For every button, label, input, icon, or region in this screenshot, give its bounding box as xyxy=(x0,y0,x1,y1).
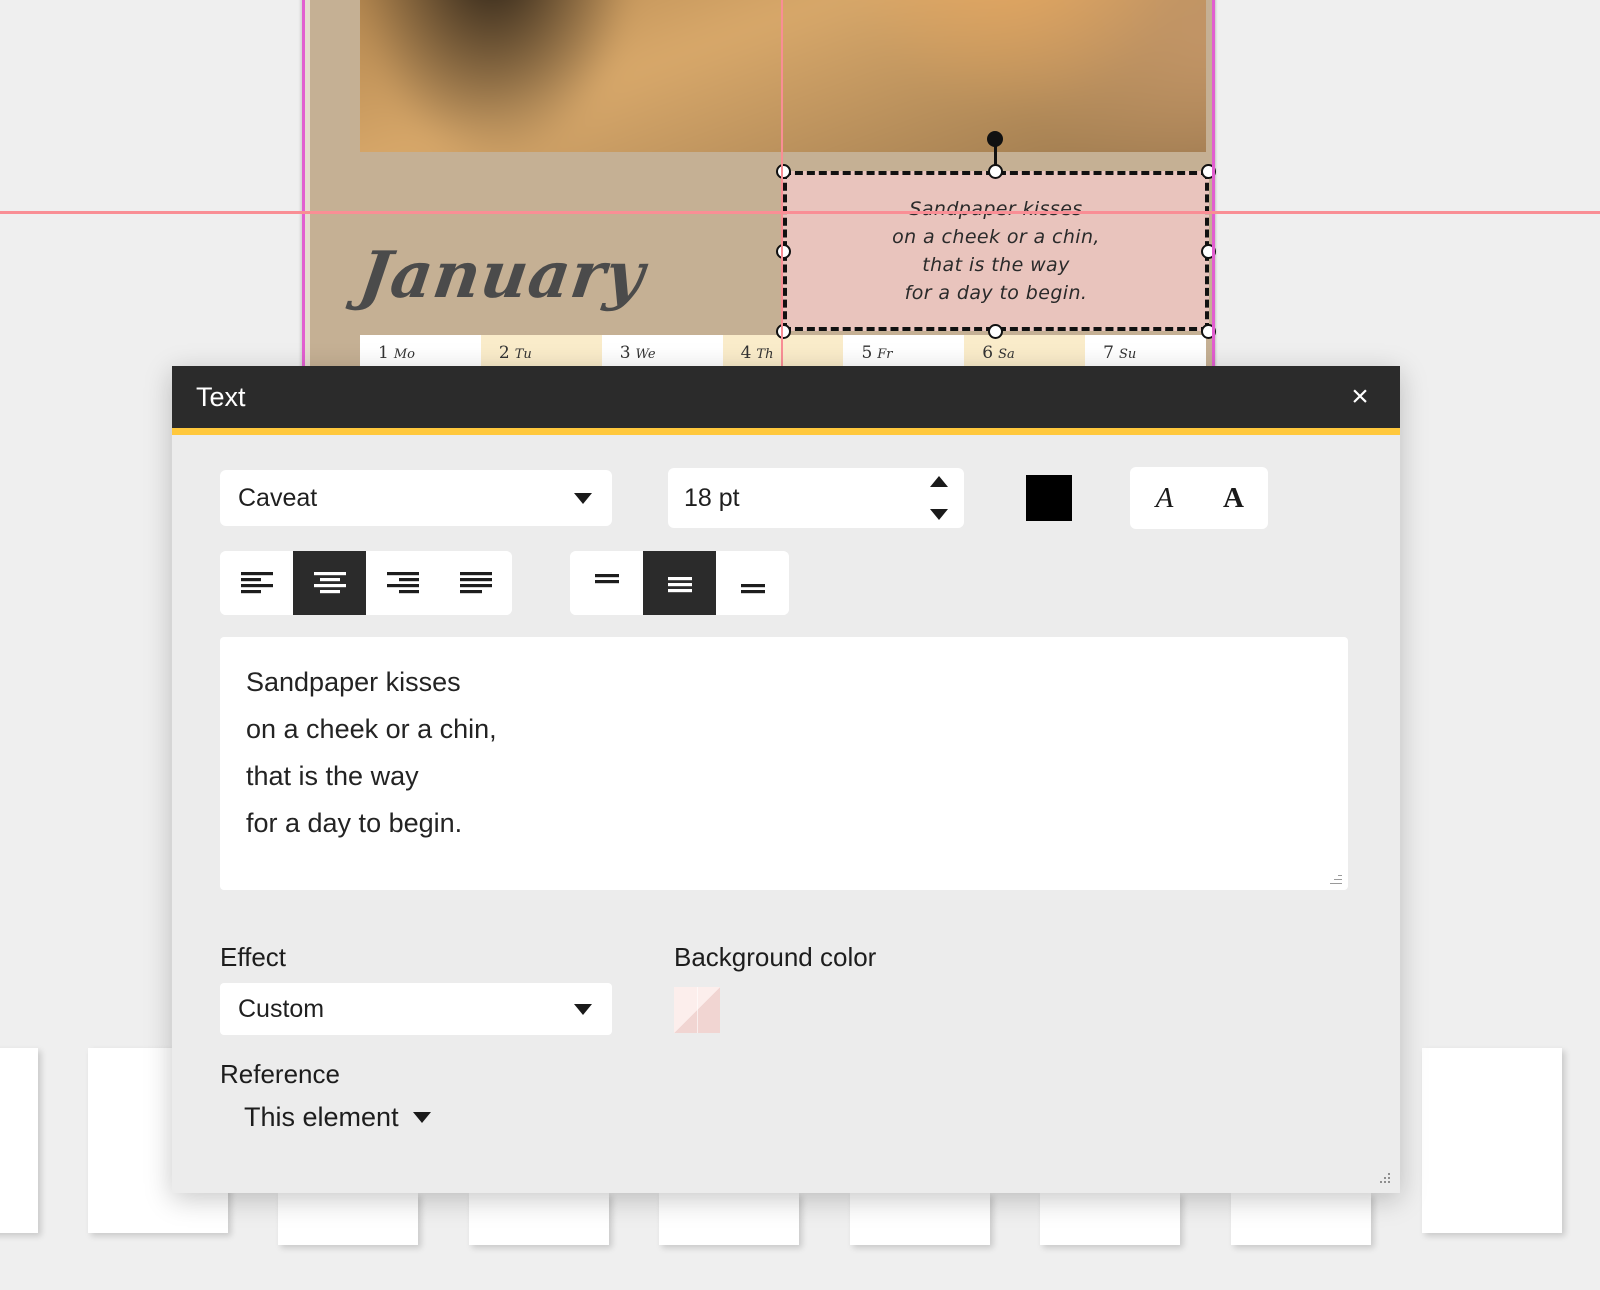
dialog-body: Caveat 18 pt A A Sandpaper kisses on a c… xyxy=(172,435,1400,1193)
thumbnail-page[interactable] xyxy=(850,1193,990,1245)
cat-photo[interactable] xyxy=(360,0,1206,152)
thumbnail-page[interactable] xyxy=(469,1193,609,1245)
day-abbr: Sa xyxy=(998,347,1015,362)
font-toolbar-row: Caveat 18 pt A A xyxy=(220,467,1352,529)
guide-vertical-right[interactable] xyxy=(1212,0,1215,366)
font-family-select[interactable]: Caveat xyxy=(220,470,612,526)
thumbnail-page[interactable] xyxy=(1231,1193,1371,1245)
spinner-controls xyxy=(930,476,948,520)
resize-handle-bottom-center[interactable] xyxy=(988,324,1003,339)
day-number: 6 xyxy=(982,343,994,363)
vertical-align-group xyxy=(570,551,789,615)
dialog-accent-bar xyxy=(172,428,1400,435)
thumbnail-page[interactable] xyxy=(278,1193,418,1245)
text-properties-dialog: Text × Caveat 18 pt A A Sandpaper kisses… xyxy=(172,366,1400,1193)
effect-value: Custom xyxy=(238,994,325,1023)
textarea-line: for a day to begin. xyxy=(246,808,463,838)
canvas-text-line: that is the way xyxy=(922,254,1070,276)
chevron-down-icon xyxy=(574,1003,592,1015)
align-top-button[interactable] xyxy=(570,551,643,615)
canvas-text-line: on a cheek or a chin, xyxy=(892,226,1100,248)
rotate-handle[interactable] xyxy=(987,131,1003,147)
font-size-stepper[interactable]: 18 pt xyxy=(668,468,964,528)
align-center-button[interactable] xyxy=(293,551,366,615)
guide-vertical-center[interactable] xyxy=(781,0,783,366)
day-number: 5 xyxy=(861,343,873,363)
day-number: 3 xyxy=(619,343,631,363)
day-abbr: Tu xyxy=(514,347,532,362)
reference-value: This element xyxy=(244,1102,399,1132)
italic-button[interactable]: A xyxy=(1136,482,1194,515)
bold-button[interactable]: A xyxy=(1205,482,1263,515)
guide-vertical-left[interactable] xyxy=(302,0,305,366)
day-abbr: Th xyxy=(756,347,774,362)
thumbnail-page[interactable] xyxy=(659,1193,799,1245)
dialog-resize-grip[interactable] xyxy=(1376,1169,1390,1183)
day-abbr: We xyxy=(635,347,656,362)
dialog-header: Text × xyxy=(172,366,1400,428)
resize-handle-bottom-left[interactable] xyxy=(776,324,791,339)
guide-horizontal[interactable] xyxy=(0,211,1600,214)
canvas-text-line: Sandpaper kisses xyxy=(909,198,1083,220)
effect-column: Effect Custom Reference This element xyxy=(220,942,674,1133)
spinner-up-icon[interactable] xyxy=(930,476,948,487)
resize-handle-top-left[interactable] xyxy=(776,164,791,179)
background-color-swatch[interactable] xyxy=(674,987,720,1033)
day-abbr: Mo xyxy=(393,347,415,362)
align-left-button[interactable] xyxy=(220,551,293,615)
thumbnail-page[interactable] xyxy=(0,1048,38,1233)
day-number: 7 xyxy=(1103,343,1114,363)
text-style-group: A A xyxy=(1130,467,1268,529)
font-size-value: 18 pt xyxy=(684,483,740,512)
effect-row: Effect Custom Reference This element Bac… xyxy=(220,942,1352,1133)
resize-handle-middle-left[interactable] xyxy=(776,244,791,259)
horizontal-align-group xyxy=(220,551,512,615)
textarea-resize-grip[interactable] xyxy=(1328,870,1344,886)
effect-select[interactable]: Custom xyxy=(220,983,612,1035)
reference-label: Reference xyxy=(220,1059,340,1089)
textarea-line: on a cheek or a chin, xyxy=(246,714,497,744)
day-number: 1 xyxy=(378,343,389,363)
photo-blur-layer xyxy=(360,0,1206,152)
day-abbr: Su xyxy=(1118,347,1137,362)
application-window: January 1 Mo 2 Tu 3 We 4 Th 5 Fr 6 Sa 7 Su Sand… xyxy=(0,0,1600,1290)
background-color-label: Background color xyxy=(674,942,877,972)
alignment-toolbar-row xyxy=(220,551,1352,615)
text-color-swatch[interactable] xyxy=(1026,475,1072,521)
month-title[interactable]: January xyxy=(355,238,650,313)
textarea-line: Sandpaper kisses xyxy=(246,667,461,697)
selected-text-element[interactable]: Sandpaper kisses on a cheek or a chin, t… xyxy=(783,171,1209,331)
day-abbr: Fr xyxy=(877,347,893,362)
chevron-down-icon xyxy=(412,1112,431,1123)
font-family-value: Caveat xyxy=(238,483,318,512)
spinner-down-icon[interactable] xyxy=(930,509,948,520)
align-bottom-button[interactable] xyxy=(716,551,789,615)
day-number: 4 xyxy=(740,343,752,363)
canvas-text-line: for a day to begin. xyxy=(904,282,1088,304)
background-color-column: Background color xyxy=(674,942,876,1133)
reference-select[interactable]: This element xyxy=(244,1102,431,1133)
align-justify-button[interactable] xyxy=(439,551,512,615)
close-icon[interactable]: × xyxy=(1342,379,1378,415)
effect-label: Effect xyxy=(220,942,287,972)
thumbnail-page[interactable] xyxy=(1040,1193,1180,1245)
thumbnail-page[interactable] xyxy=(1422,1048,1562,1233)
text-content-textarea[interactable]: Sandpaper kisses on a cheek or a chin, t… xyxy=(220,637,1348,890)
textarea-line: that is the way xyxy=(246,761,419,791)
resize-handle-top-center[interactable] xyxy=(988,164,1003,179)
align-middle-button[interactable] xyxy=(643,551,716,615)
day-number: 2 xyxy=(498,343,510,363)
chevron-down-icon xyxy=(574,492,592,504)
align-right-button[interactable] xyxy=(366,551,439,615)
dialog-title: Text xyxy=(196,381,246,412)
